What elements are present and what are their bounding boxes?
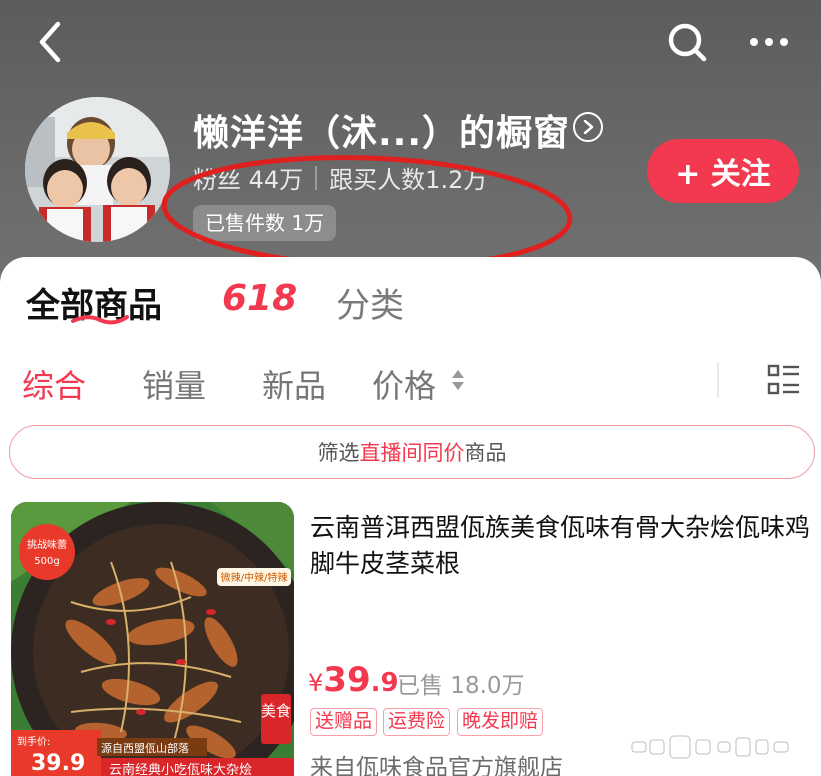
list-view-icon [767,364,799,395]
hand-price-label: 到手价: [17,735,50,748]
weight-label: 500g [34,556,59,567]
follow-button[interactable]: + 关注 [647,139,799,203]
sort-new[interactable]: 新品 [262,361,326,407]
origin-label: 源自西盟佤山部落 [101,741,189,755]
store-title[interactable]: 懒洋洋（沭...）的橱窗 [193,104,570,156]
sort-updown-icon [452,370,464,390]
store-info-button[interactable] [573,112,603,142]
spice-levels: 微辣/中辣/特辣 [221,571,288,584]
filter-suffix: 商品 [464,441,507,465]
search-icon [668,23,707,62]
food-badge: 美食 [261,702,291,720]
tag-gift: 送赠品 [310,708,378,736]
circle-chevron-right-icon [583,120,594,134]
back-chevron-icon [39,21,61,63]
price-integer: 39 [323,660,371,700]
avatar-photo [25,97,170,242]
more-button[interactable] [744,18,794,66]
shop-source[interactable]: 来自佤味食品官方旗舰店 [310,748,563,776]
tag-late-compensation: 晚发即赔 [457,708,544,736]
sort-divider [717,362,719,398]
sort-composite[interactable]: 综合 [22,361,86,407]
tag-shipping-insurance: 运费险 [383,708,451,736]
sort-sales[interactable]: 销量 [142,361,206,407]
search-button[interactable] [664,18,710,66]
tab-618[interactable]: 618 [222,278,297,319]
live-price-filter[interactable]: 筛选 直播间同价 商品 [9,425,815,479]
product-image[interactable]: 挑战味蕾 500g 微辣/中辣/特辣 美食 到手价: 39.9 源自西盟佤山部落… [11,502,294,776]
product-photo: 挑战味蕾 500g 微辣/中辣/特辣 美食 到手价: 39.9 源自西盟佤山部落… [11,502,294,776]
price-currency: ¥ [308,669,324,697]
back-button[interactable] [30,18,74,66]
filter-highlight: 直播间同价 [359,441,465,465]
watermark-graphic [631,735,789,759]
active-tab-underline [71,315,129,325]
sold-count: 已售 18.0万 [397,673,525,699]
filter-prefix: 筛选 [317,441,360,465]
more-dots-icon [750,38,788,46]
hand-price-value: 39.9 [31,751,85,776]
tab-category[interactable]: 分类 [336,278,404,327]
list-view-toggle[interactable] [766,362,802,398]
bottom-caption: 云南经典小吃佤味大杂烩 [109,762,252,776]
challenge-label: 挑战味蕾 [27,538,67,551]
sort-price[interactable]: 价格 [372,361,436,407]
avatar[interactable] [25,97,170,242]
price-decimal: .9 [370,668,399,698]
product-title[interactable]: 云南普洱西盟佤族美食佤味有骨大杂烩佤味鸡脚牛皮茎菜根 [310,510,810,582]
product-price: ¥39.9 [308,660,399,700]
